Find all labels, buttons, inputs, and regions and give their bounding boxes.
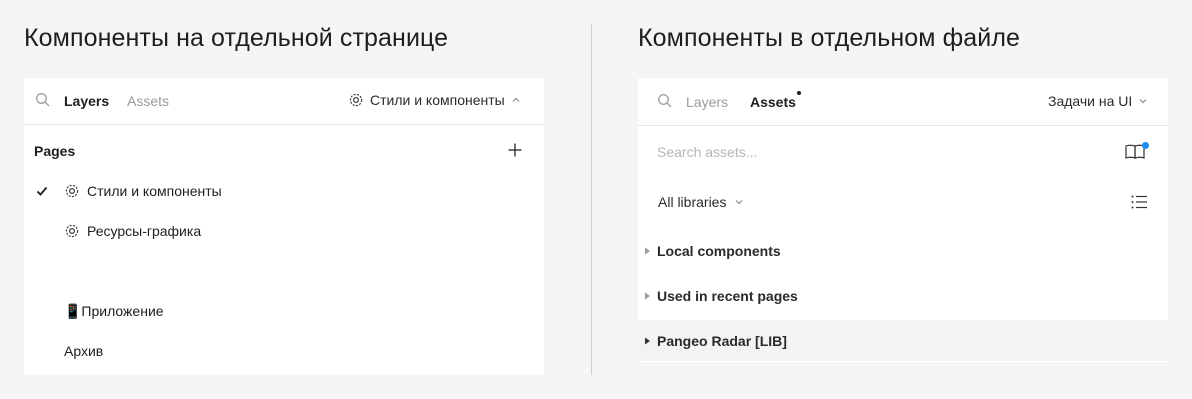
library-label: Used in recent pages <box>657 287 798 304</box>
caret-right-icon[interactable] <box>644 247 651 255</box>
tab-layers[interactable]: Layers <box>686 94 728 110</box>
page-label: Архив <box>64 343 104 359</box>
library-row-recent-pages[interactable]: Used in recent pages <box>638 275 1168 316</box>
chevron-down-icon <box>1138 96 1148 106</box>
library-label: Local components <box>657 242 781 259</box>
page-label: Ресурсы-графика <box>87 223 202 239</box>
library-label: Pangeo Radar [LIB] <box>657 332 787 349</box>
cog-icon <box>64 223 80 239</box>
left-heading: Компоненты на отдельной странице <box>24 24 449 52</box>
cog-icon <box>64 183 80 199</box>
notification-dot-icon <box>797 91 801 95</box>
tab-assets[interactable]: Assets <box>127 93 169 109</box>
file-dropdown-label: Задачи на UI <box>1048 93 1133 109</box>
assets-panel: Layers Assets Задачи на UI Search assets… <box>638 78 1168 362</box>
page-label: Стили и компоненты <box>87 183 222 199</box>
chevron-down-icon <box>734 197 744 207</box>
layers-panel: Layers Assets Стили и компоненты Pages С… <box>24 78 544 375</box>
tab-assets[interactable]: Assets <box>750 94 796 110</box>
search-assets-input[interactable]: Search assets... <box>657 144 757 160</box>
right-heading: Компоненты в отдельном файле <box>638 24 1021 52</box>
caret-right-icon[interactable] <box>644 337 651 345</box>
search-icon[interactable] <box>656 92 674 110</box>
pages-section-label: Pages <box>34 143 76 159</box>
list-view-icon[interactable] <box>1130 193 1148 211</box>
library-book-icon[interactable] <box>1124 142 1150 162</box>
page-item-styles-components[interactable]: Стили и компоненты <box>24 179 544 203</box>
column-divider <box>591 24 592 375</box>
page-item-app[interactable]: 📱Приложение <box>24 299 544 323</box>
library-row-pangeo-radar[interactable]: Pangeo Radar [LIB] <box>638 320 1168 361</box>
search-icon[interactable] <box>34 91 52 109</box>
current-page-dropdown[interactable]: Стили и компоненты <box>348 92 521 108</box>
tab-layers[interactable]: Layers <box>64 93 109 109</box>
libraries-filter-label: All libraries <box>658 194 727 210</box>
caret-right-icon[interactable] <box>644 292 651 300</box>
page-item-resources-graphics[interactable]: Ресурсы-графика <box>24 219 544 243</box>
add-page-button[interactable] <box>506 141 524 159</box>
library-row-local-components[interactable]: Local components <box>638 230 1168 271</box>
chevron-up-icon <box>511 95 521 105</box>
current-page-label: Стили и компоненты <box>370 92 505 108</box>
file-dropdown[interactable]: Задачи на UI <box>1048 93 1148 109</box>
libraries-filter-select[interactable]: All libraries <box>658 194 744 210</box>
checkmark-icon <box>36 185 48 197</box>
page-label: 📱Приложение <box>64 302 164 319</box>
page-item-archive[interactable]: Архив <box>24 339 544 363</box>
panel-tabbar: Layers Assets Задачи на UI <box>638 78 1168 126</box>
cog-icon <box>348 92 364 108</box>
panel-tabbar: Layers Assets Стили и компоненты <box>24 78 544 125</box>
